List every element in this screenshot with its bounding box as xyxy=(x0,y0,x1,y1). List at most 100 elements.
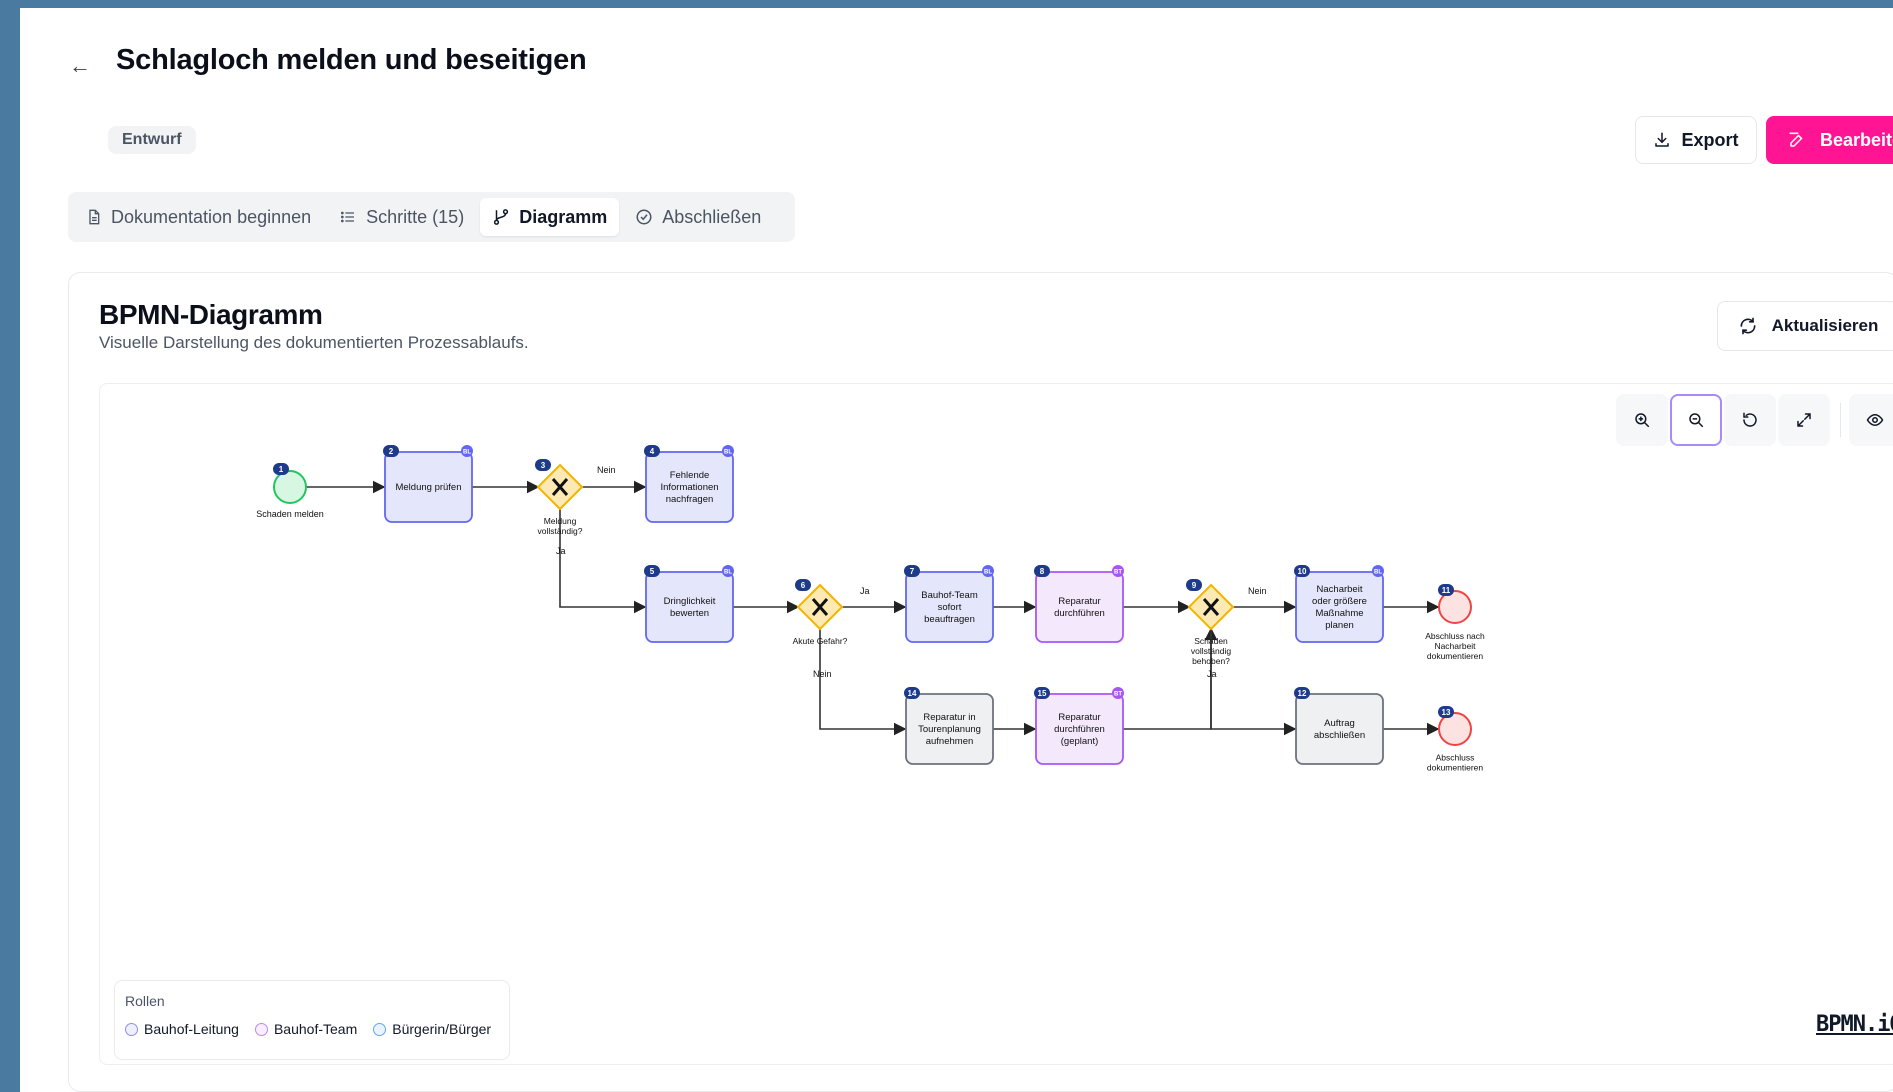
step-number-badge: 3 xyxy=(535,459,551,471)
task-label: Tourenplanung xyxy=(918,724,981,735)
task-node[interactable]: Auftragabschließen xyxy=(1295,693,1384,765)
task-label: (geplant) xyxy=(1061,736,1099,747)
step-number-badge: 8 xyxy=(1034,565,1050,577)
gateway-node[interactable]: Meldungvollständig? xyxy=(536,463,584,536)
step-number-badge: 5 xyxy=(644,565,660,577)
step-number-badge: 1 xyxy=(273,463,289,475)
task-node[interactable]: Reparaturdurchführen xyxy=(1035,571,1124,643)
tab-label: Diagramm xyxy=(519,206,608,227)
task-node[interactable]: Meldung prüfen xyxy=(384,451,473,523)
step-number-badge: 15 xyxy=(1034,687,1050,699)
gateway-label: behoben? xyxy=(1192,656,1230,666)
gateway-label: vollständig? xyxy=(538,526,583,536)
task-node[interactable]: Nacharbeitoder größereMaßnahmeplanen xyxy=(1295,571,1384,643)
gateway-label: Akute Gefahr? xyxy=(793,636,848,646)
step-number-badge: 14 xyxy=(904,687,920,699)
start-event[interactable]: Schaden melden xyxy=(256,470,324,519)
status-badge: Entwurf xyxy=(108,126,196,154)
document-icon xyxy=(89,209,100,225)
tab-label: Dokumentation beginnen xyxy=(111,206,312,227)
svg-text:13: 13 xyxy=(1442,708,1451,717)
card-title: BPMN-Diagramm xyxy=(99,299,323,330)
edit-icon xyxy=(1789,132,1803,147)
role-dot xyxy=(125,1022,138,1036)
svg-text:5: 5 xyxy=(650,567,655,576)
event-label: dokumentieren xyxy=(1427,763,1484,773)
app-window: ← Schlagloch melden und beseitigen Entwu… xyxy=(20,8,1893,1092)
gateway-node[interactable]: Akute Gefahr? xyxy=(793,583,848,646)
tab-diagram[interactable]: Diagramm xyxy=(480,198,620,236)
step-number-badge: 9 xyxy=(1186,579,1202,591)
svg-text:12: 12 xyxy=(1298,689,1307,698)
tab-steps[interactable]: Schritte (15) xyxy=(327,198,476,236)
gateway-label: Meldung xyxy=(544,516,577,526)
tab-bar: Dokumentation beginnen Schritte (15) Dia… xyxy=(68,192,795,242)
task-label: planen xyxy=(1325,620,1354,631)
flow-label-no: Nein xyxy=(813,669,832,679)
svg-text:BL: BL xyxy=(724,450,732,456)
event-label: Schaden melden xyxy=(256,509,324,519)
svg-text:9: 9 xyxy=(1192,581,1197,590)
flow-label-no: Nein xyxy=(597,465,616,475)
gateway-node[interactable]: Schadenvollständigbehoben? xyxy=(1187,583,1235,666)
role-badge: BL xyxy=(722,565,734,577)
refresh-button[interactable]: Aktualisieren xyxy=(1717,301,1893,351)
check-circle-icon xyxy=(636,209,652,225)
refresh-icon xyxy=(1740,317,1756,335)
task-node[interactable]: FehlendeInformationennachfragen xyxy=(645,451,734,523)
task-label: oder größere xyxy=(1312,596,1367,607)
tab-documentation[interactable]: Dokumentation beginnen xyxy=(74,198,323,236)
task-label: sofort xyxy=(938,602,962,613)
svg-text:BL: BL xyxy=(984,570,992,576)
export-button[interactable]: Export xyxy=(1635,116,1757,164)
role-badge: BL xyxy=(722,445,734,457)
refresh-label: Aktualisieren xyxy=(1771,316,1879,335)
flow-label-no: Nein xyxy=(1248,586,1267,596)
role-badge: BL xyxy=(982,565,994,577)
legend-items: Bauhof-Leitung Bauhof-Team Bürgerin/Bürg… xyxy=(125,1021,491,1037)
svg-text:6: 6 xyxy=(801,581,806,590)
task-node[interactable]: Dringlichkeitbewerten xyxy=(645,571,734,643)
svg-text:BL: BL xyxy=(724,570,732,576)
task-label: Auftrag xyxy=(1324,718,1355,729)
task-label: Dringlichkeit xyxy=(664,596,716,607)
tab-finish[interactable]: Abschließen xyxy=(623,198,773,236)
step-number-badge: 6 xyxy=(795,579,811,591)
task-node[interactable]: Reparatur inTourenplanungaufnehmen xyxy=(905,693,994,765)
task-label: bewerten xyxy=(670,608,709,619)
end-event[interactable]: Abschlussdokumentieren xyxy=(1427,712,1484,773)
task-label: Fehlende xyxy=(670,470,710,481)
step-number-badge: 11 xyxy=(1438,584,1454,596)
task-node[interactable]: Bauhof-Teamsofortbeauftragen xyxy=(905,571,994,643)
task-label: nachfragen xyxy=(666,494,714,505)
bpmn-io-logo[interactable]: BPMN.iO xyxy=(1816,1012,1893,1037)
bpmn-diagram: Nein Ja Ja Nein Nein Ja Schaden melden M… xyxy=(256,445,1485,773)
task-node[interactable]: Reparaturdurchführen(geplant) xyxy=(1035,693,1124,765)
end-nodes: Abschluss nachNacharbeitdokumentieren Abs… xyxy=(1425,590,1485,773)
gateway-nodes: Meldungvollständig? Akute Gefahr? Schadenv… xyxy=(536,463,1235,666)
svg-text:11: 11 xyxy=(1442,586,1451,595)
svg-text:BL: BL xyxy=(463,450,471,456)
flow-label-yes: Ja xyxy=(1207,669,1217,679)
legend-item: Bauhof-Team xyxy=(254,1021,358,1037)
task-label: Informationen xyxy=(660,482,718,493)
end-event[interactable]: Abschluss nachNacharbeitdokumentieren xyxy=(1425,590,1485,661)
task-label: durchführen xyxy=(1054,724,1105,735)
svg-text:14: 14 xyxy=(908,689,917,698)
step-number-badge: 12 xyxy=(1294,687,1310,699)
legend-label: Bauhof-Team xyxy=(273,1021,358,1037)
edit-button[interactable]: Bearbeiten xyxy=(1766,116,1893,164)
arrow-left-icon: ← xyxy=(69,53,91,78)
step-number-badge: 7 xyxy=(904,565,920,577)
legend-label: Bauhof-Leitung xyxy=(144,1021,239,1037)
svg-text:BT: BT xyxy=(1114,692,1122,698)
tab-label: Abschließen xyxy=(662,206,762,227)
svg-text:10: 10 xyxy=(1298,567,1307,576)
back-button[interactable]: ← xyxy=(62,48,98,84)
svg-text:1: 1 xyxy=(279,465,284,474)
bpmn-canvas[interactable]: Nein Ja Ja Nein Nein Ja Schaden melden M… xyxy=(99,383,1893,1065)
legend-item: Bauhof-Leitung xyxy=(125,1021,239,1037)
role-badge: BL xyxy=(1372,565,1384,577)
export-label: Export xyxy=(1681,129,1739,150)
task-label: Maßnahme xyxy=(1315,608,1363,619)
